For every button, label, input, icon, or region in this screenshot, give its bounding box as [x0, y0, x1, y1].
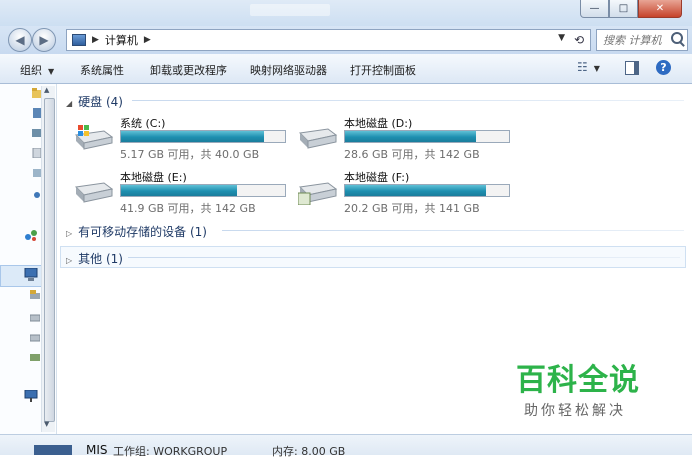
scrollbar-thumb[interactable] [44, 98, 55, 422]
window-controls: — □ ✕ [580, 0, 682, 18]
workgroup-text: 工作组: WORKGROUP [113, 445, 228, 458]
breadcrumb-separator-icon[interactable]: ▶ [92, 35, 99, 45]
scroll-up-icon[interactable]: ▲ [44, 86, 49, 94]
title-placeholder [250, 4, 330, 16]
hard-drive-icon [298, 182, 338, 205]
watermark-title: 百科全说 [516, 363, 640, 398]
help-button[interactable]: ? [656, 60, 671, 75]
title-bar: — □ ✕ [0, 0, 692, 26]
drive-usage-fill [345, 185, 487, 196]
refresh-button[interactable]: ⟲ [568, 29, 591, 51]
drive-free-space: 28.6 GB 可用，共 142 GB [344, 148, 480, 161]
search-input[interactable] [597, 32, 673, 48]
hard-drive-icon [74, 182, 114, 203]
drive-name: 系统 (C:) [120, 117, 166, 130]
scroll-down-icon[interactable]: ▼ [44, 420, 49, 428]
computer-name: MIS [86, 443, 108, 457]
drive-usage-fill [345, 131, 477, 142]
drive-icon[interactable] [30, 352, 40, 362]
minimize-button[interactable]: — [580, 0, 609, 18]
memory-text: 内存: 8.00 GB [272, 445, 346, 458]
drive-usage-bar [120, 130, 286, 143]
drive-usage-bar [120, 184, 286, 197]
expand-arrow-icon[interactable]: ▷ [66, 256, 72, 265]
details-pane: MIS 工作组: WORKGROUP 内存: 8.00 GB [0, 434, 692, 458]
search-box[interactable] [596, 29, 688, 51]
map-network-drive-button[interactable]: 映射网络驱动器 [250, 62, 327, 78]
drive-free-space: 20.2 GB 可用，共 141 GB [344, 202, 480, 215]
address-dropdown-icon[interactable]: ▼ [558, 33, 565, 43]
section-divider [128, 257, 680, 258]
drive-f[interactable]: 本地磁盘 (F:) 20.2 GB 可用，共 141 GB [298, 169, 518, 215]
drive-e[interactable]: 本地磁盘 (E:) 41.9 GB 可用，共 142 GB [74, 169, 294, 215]
system-properties-button[interactable]: 系统属性 [80, 62, 124, 78]
maximize-button[interactable]: □ [609, 0, 638, 18]
drive-free-space: 5.17 GB 可用，共 40.0 GB [120, 148, 260, 161]
drive-icon[interactable] [30, 312, 40, 322]
back-button[interactable]: ◀ [8, 28, 32, 52]
hard-drive-icon [298, 128, 338, 149]
drive-icon[interactable] [30, 332, 40, 342]
uninstall-program-button[interactable]: 卸载或更改程序 [150, 62, 227, 78]
drive-icon[interactable] [30, 290, 40, 300]
search-icon[interactable] [671, 32, 683, 44]
drive-name: 本地磁盘 (E:) [120, 171, 187, 184]
homegroup-icon[interactable] [24, 228, 38, 242]
expand-arrow-icon[interactable]: ▷ [66, 229, 72, 238]
drive-name: 本地磁盘 (D:) [344, 117, 413, 130]
watermark-subtitle: 助你轻松解决 [524, 403, 626, 419]
drive-usage-bar [344, 130, 510, 143]
change-view-button[interactable]: ☷ ▼ [577, 60, 600, 74]
organize-menu[interactable]: 组织 ▼ [20, 62, 54, 78]
dropdown-arrow-icon: ▼ [48, 67, 55, 76]
computer-icon [72, 34, 86, 46]
close-button[interactable]: ✕ [638, 0, 682, 18]
computer-icon[interactable] [24, 268, 38, 281]
forward-arrow-icon: ▶ [39, 33, 49, 47]
breadcrumb-separator-icon[interactable]: ▶ [144, 35, 151, 45]
open-control-panel-button[interactable]: 打开控制面板 [350, 62, 416, 78]
network-icon[interactable] [24, 390, 38, 402]
section-divider [222, 230, 684, 231]
forward-button[interactable]: ▶ [32, 28, 56, 52]
refresh-icon: ⟲ [573, 33, 585, 47]
dropdown-arrow-icon: ▼ [593, 64, 600, 73]
watermark: 百科全说 助你轻松解决 [494, 345, 666, 427]
drive-usage-fill [121, 185, 238, 196]
section-hard-disks-label: 硬盘 (4) [78, 95, 123, 109]
command-bar: 组织 ▼ 系统属性 卸载或更改程序 映射网络驱动器 打开控制面板 ☷ ▼ ? [0, 54, 692, 84]
view-icon: ☷ [577, 60, 588, 74]
drive-name: 本地磁盘 (F:) [344, 171, 410, 184]
section-other-label: 其他 (1) [78, 252, 123, 266]
breadcrumb-computer[interactable]: 计算机 [105, 32, 138, 48]
address-row: ◀ ▶ ▶ 计算机 ▶ ▼ ⟲ [0, 26, 692, 54]
drive-usage-fill [121, 131, 264, 142]
drive-free-space: 41.9 GB 可用，共 142 GB [120, 202, 256, 215]
drive-usage-bar [344, 184, 510, 197]
section-removable-header[interactable]: ▷ 有可移动存储的设备 (1) [66, 223, 207, 240]
back-arrow-icon: ◀ [15, 33, 25, 47]
windows-drive-icon [74, 125, 114, 150]
section-divider [132, 100, 684, 101]
section-hard-disks-header[interactable]: ◢ 硬盘 (4) [66, 93, 123, 110]
preview-pane-button[interactable] [625, 61, 639, 75]
organize-label: 组织 [20, 64, 42, 77]
address-bar[interactable]: ▶ 计算机 ▶ ▼ [66, 29, 570, 51]
section-removable-label: 有可移动存储的设备 (1) [78, 225, 207, 239]
drive-c[interactable]: 系统 (C:) 5.17 GB 可用，共 40.0 GB [74, 115, 294, 161]
collapse-arrow-icon[interactable]: ◢ [66, 99, 72, 108]
section-other-header[interactable]: ▷ 其他 (1) [66, 250, 123, 267]
drive-d[interactable]: 本地磁盘 (D:) 28.6 GB 可用，共 142 GB [298, 115, 518, 161]
